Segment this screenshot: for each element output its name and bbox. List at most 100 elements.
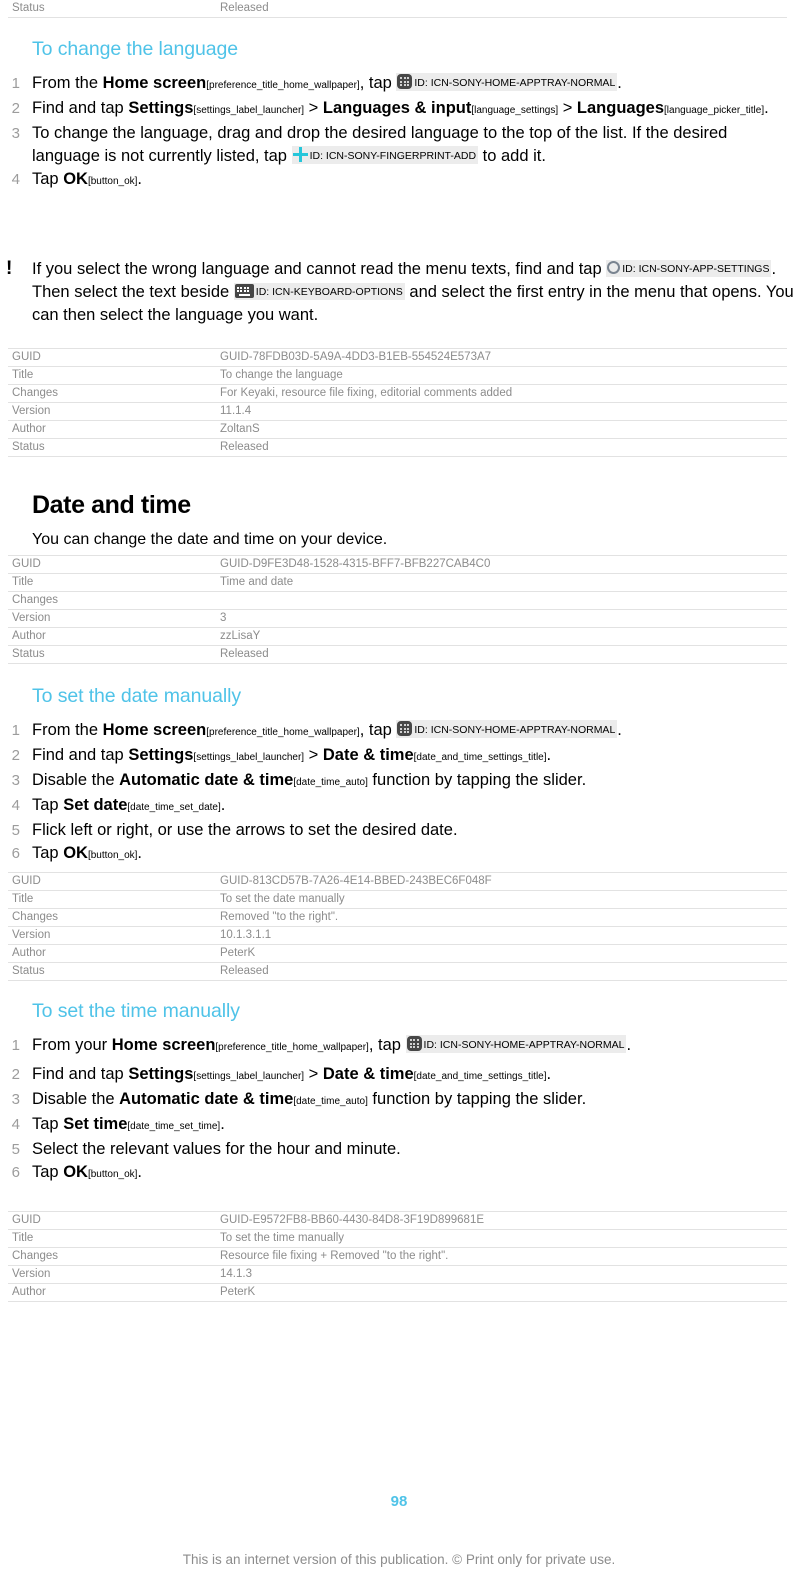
step-text-fragment: . xyxy=(137,844,143,862)
step-text-fragment: From the xyxy=(32,74,103,92)
note-language-warning: ! If you select the wrong language and c… xyxy=(0,258,798,327)
table-row: Status Released xyxy=(8,438,787,457)
steps-set-date: 1 From the Home screen[preference_title_… xyxy=(0,719,798,867)
step-text-fragment: Tap xyxy=(32,170,64,188)
resource-id: [button_ok] xyxy=(87,1169,138,1180)
step-number: 4 xyxy=(11,797,20,814)
step-number: 2 xyxy=(11,100,20,117)
table-cell-value: To set the date manually xyxy=(216,890,787,909)
icon-chip-apptray: ID: ICN-SONY-HOME-APPTRAY-NORMAL xyxy=(396,73,618,91)
table-cell-key: Status xyxy=(8,438,216,457)
step-text: Find and tap Settings[settings_label_lau… xyxy=(32,99,769,117)
table-cell-key: Title xyxy=(8,573,216,592)
table-cell-value: GUID-78FDB03D-5A9A-4DD3-B1EB-554524E573A… xyxy=(216,348,787,367)
metadata-table-set-time: GUID GUID-E9572FB8-BB60-4430-84D8-3F19D89… xyxy=(8,1211,787,1302)
step-text: Find and tap Settings[settings_label_lau… xyxy=(32,746,551,764)
step-text-fragment: Tap xyxy=(32,1115,64,1133)
table-cell-value: To change the language xyxy=(216,366,787,385)
icon-id-label: ID: ICN-SONY-HOME-APPTRAY-NORMAL xyxy=(423,1039,625,1051)
table-cell-key: Changes xyxy=(8,384,216,403)
table-cell-key: Title xyxy=(8,1229,216,1248)
step-text-fragment: . xyxy=(617,721,622,739)
table-cell-value: GUID-D9FE3D48-1528-4315-BFF7-BFB227CAB4C… xyxy=(216,555,787,574)
table-cell-key: Status xyxy=(8,0,216,18)
table-cell-key: GUID xyxy=(8,348,216,367)
resource-id: [settings_label_launcher] xyxy=(193,105,305,116)
table-row: Version 14.1.3 xyxy=(8,1265,787,1284)
step-list: 1 From the Home screen[preference_title_… xyxy=(0,719,798,867)
table-row: Author PeterK xyxy=(8,1283,787,1302)
exclamation-icon: ! xyxy=(6,258,13,279)
step-text-fragment: . xyxy=(626,1036,632,1054)
step-text-fragment: . xyxy=(137,170,143,188)
step-item: 2 Find and tap Settings[settings_label_l… xyxy=(0,97,798,122)
step-text: Find and tap Settings[settings_label_lau… xyxy=(32,1065,551,1083)
table-cell-value: PeterK xyxy=(216,1283,787,1302)
steps-set-time: 1 From your Home screen[preference_title… xyxy=(0,1034,798,1186)
step-text: Disable the Automatic date & time[date_t… xyxy=(32,1090,586,1108)
resource-id: [settings_label_launcher] xyxy=(193,1071,305,1082)
table-cell-value: Released xyxy=(216,645,787,664)
section-heading: To change the language xyxy=(32,38,238,60)
step-number: 2 xyxy=(11,1066,20,1083)
table-row: GUID GUID-D9FE3D48-1528-4315-BFF7-BFB227C… xyxy=(8,555,787,574)
table-cell-value: Time and date xyxy=(216,573,787,592)
table-cell-value: To set the time manually xyxy=(216,1229,787,1248)
step-item: 5 Flick left or right, or use the arrows… xyxy=(0,819,798,842)
step-text-fragment: Tap xyxy=(32,1163,64,1181)
note-body: ! If you select the wrong language and c… xyxy=(0,258,798,327)
step-text: To change the language, drag and drop th… xyxy=(32,124,727,165)
table-row: Changes For Keyaki, resource file fixing,… xyxy=(8,384,787,403)
icon-chip-keyboard-options: ID: ICN-KEYBOARD-OPTIONS xyxy=(233,283,405,300)
step-text: From the Home screen[preference_title_ho… xyxy=(32,720,622,739)
step-text-fragment: Tap xyxy=(32,844,64,862)
step-text-fragment: Find and tap xyxy=(32,99,129,117)
table-row: Author zzLisaY xyxy=(8,627,787,646)
step-number: 4 xyxy=(11,1116,20,1133)
steps-change-language: 1 From the Home screen[preference_title_… xyxy=(0,72,798,193)
resource-id: [button_ok] xyxy=(87,176,138,187)
table-cell-value: 11.1.4 xyxy=(216,402,787,421)
ui-label: Date & time xyxy=(322,746,414,764)
table-cell-key: Version xyxy=(8,609,216,628)
table-cell-key: Author xyxy=(8,420,216,439)
table-cell-key: Author xyxy=(8,1283,216,1302)
ui-label: Languages xyxy=(576,99,665,117)
step-item: 2 Find and tap Settings[settings_label_l… xyxy=(0,1063,798,1088)
table-row: Version 10.1.3.1.1 xyxy=(8,926,787,945)
table-row: Author PeterK xyxy=(8,944,787,963)
resource-id: [button_ok] xyxy=(87,850,138,861)
ui-label: OK xyxy=(63,1163,88,1181)
table-body: GUID GUID-E9572FB8-BB60-4430-84D8-3F19D89… xyxy=(8,1211,787,1302)
step-item: 6 Tap OK[button_ok]. xyxy=(0,1161,798,1186)
step-item: 4 Tap Set date[date_time_set_date]. xyxy=(0,794,798,819)
step-text: Tap OK[button_ok]. xyxy=(32,1163,142,1181)
note-text: If you select the wrong language and can… xyxy=(32,260,794,324)
table-row: Changes xyxy=(8,591,787,610)
table-body: GUID GUID-813CD57B-7A26-4E14-BBED-243BEC6… xyxy=(8,872,787,981)
section-to-set-the-time-manually: To set the time manually xyxy=(0,1000,798,1023)
resource-id: [date_time_set_time] xyxy=(127,1121,221,1132)
metadata-table-date-and-time: GUID GUID-D9FE3D48-1528-4315-BFF7-BFB227C… xyxy=(8,555,787,664)
table-row: Title To set the time manually xyxy=(8,1229,787,1248)
step-text-fragment: > xyxy=(304,99,323,117)
table-cell-key: GUID xyxy=(8,1211,216,1230)
step-text-fragment: . xyxy=(546,746,552,764)
step-text-fragment: . xyxy=(220,1115,225,1133)
step-text-fragment: > xyxy=(304,746,323,764)
chapter-intro: You can change the date and time on your… xyxy=(32,531,388,548)
table-cell-value: Released xyxy=(216,0,787,18)
step-item: 3 Disable the Automatic date & time[date… xyxy=(0,769,798,794)
table-cell-value xyxy=(216,591,787,610)
step-text-fragment: From your xyxy=(32,1036,112,1054)
step-text-fragment: Find and tap xyxy=(32,1065,129,1083)
step-text-fragment: function by tapping the slider. xyxy=(367,771,587,789)
table-cell-key: Version xyxy=(8,926,216,945)
table-cell-value: Released xyxy=(216,962,787,981)
table-cell-key: Status xyxy=(8,962,216,981)
step-number: 1 xyxy=(11,1037,20,1054)
table-row: GUID GUID-813CD57B-7A26-4E14-BBED-243BEC6… xyxy=(8,872,787,891)
ui-label: Home screen xyxy=(102,74,207,92)
ui-label: Automatic date & time xyxy=(119,771,294,789)
step-text-fragment: > xyxy=(558,99,577,117)
